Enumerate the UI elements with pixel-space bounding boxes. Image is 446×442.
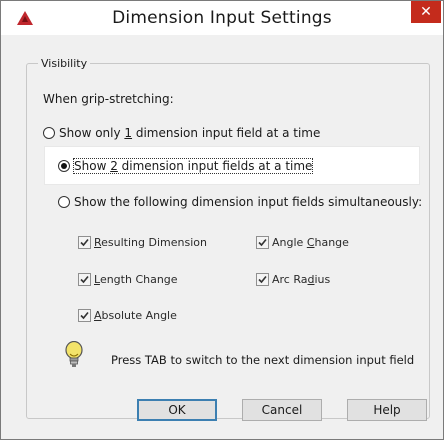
checkbox[interactable] <box>256 236 269 249</box>
close-button[interactable]: ✕ <box>411 1 441 23</box>
checkbox-arc-radius[interactable]: Arc Radius <box>256 273 330 286</box>
checkbox-label: Arc Radius <box>272 273 331 286</box>
ok-button[interactable]: OK <box>137 399 217 421</box>
checkbox-resulting-dimension[interactable]: Resulting Dimension <box>78 236 207 249</box>
checkbox-label: Angle Change <box>272 236 349 249</box>
checkbox[interactable] <box>78 236 91 249</box>
checkbox[interactable] <box>78 309 91 322</box>
checkmark-icon <box>258 275 267 284</box>
checkbox-label: Resulting Dimension <box>94 236 207 249</box>
radio-show-two-fields[interactable]: Show 2 dimension input fields at a time <box>58 158 314 174</box>
visibility-group-label: Visibility <box>38 57 91 70</box>
close-icon: ✕ <box>420 4 432 20</box>
checkbox-angle-change[interactable]: Angle Change <box>256 236 349 249</box>
grip-stretching-label: When grip-stretching: <box>43 92 174 106</box>
checkbox-label: Length Change <box>94 273 178 286</box>
help-button[interactable]: Help <box>347 399 427 421</box>
tip-text: Press TAB to switch to the next dimensio… <box>111 353 415 367</box>
window-title: Dimension Input Settings <box>112 8 332 28</box>
radio-label: Show 2 dimension input fields at a time <box>72 158 314 174</box>
checkmark-icon <box>80 311 89 320</box>
checkmark-icon <box>80 275 89 284</box>
checkmark-icon <box>80 238 89 247</box>
radio-label: Show the following dimension input field… <box>74 195 423 209</box>
checkbox-length-change[interactable]: Length Change <box>78 273 178 286</box>
checkbox[interactable] <box>256 273 269 286</box>
checkbox-label: Absolute Angle <box>94 309 177 322</box>
dialog-client-area: Visibility When grip-stretching: Show on… <box>8 35 436 433</box>
radio-show-following-fields[interactable]: Show the following dimension input field… <box>58 195 422 209</box>
checkmark-icon <box>258 238 267 247</box>
checkbox[interactable] <box>78 273 91 286</box>
checkbox-absolute-angle[interactable]: Absolute Angle <box>78 309 177 322</box>
dialog-window: Dimension Input Settings ✕ Visibility Wh… <box>0 0 444 440</box>
title-bar[interactable]: Dimension Input Settings ✕ <box>1 1 443 35</box>
radio-label: Show only 1 dimension input field at a t… <box>59 126 321 140</box>
radio-button[interactable] <box>58 196 70 208</box>
cancel-button[interactable]: Cancel <box>242 399 322 421</box>
lightbulb-icon <box>65 341 83 367</box>
radio-button-selected[interactable] <box>58 160 70 172</box>
radio-show-one-field[interactable]: Show only 1 dimension input field at a t… <box>43 126 320 140</box>
radio-button[interactable] <box>43 127 55 139</box>
